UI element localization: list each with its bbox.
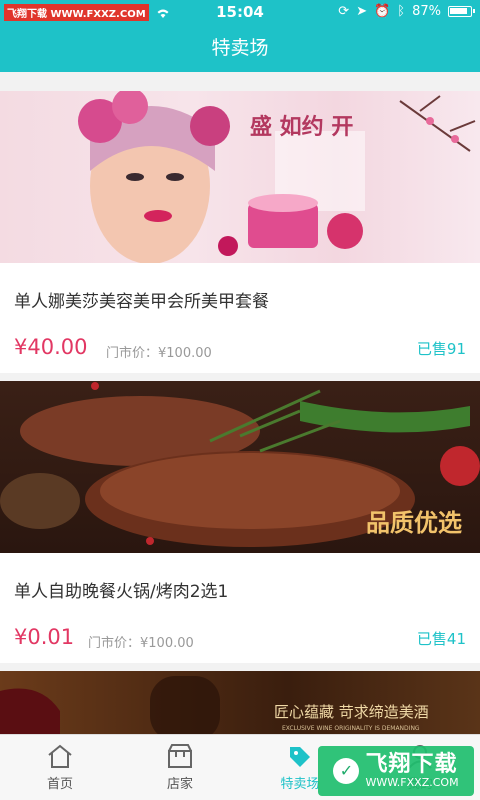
page-title: 特卖场 [211,37,269,59]
deal-banner-image[interactable]: 品质优选 [0,381,480,553]
deal-price: ¥0.01 [14,625,75,649]
cosmetics-illustration [78,91,476,263]
tab-store[interactable]: 店家 [120,735,240,800]
battery-percent: 87% [412,4,441,19]
tag-icon [290,747,310,767]
deal-price-row: ¥0.01 门市价：¥100.00 已售41 [0,613,480,663]
deal-card[interactable]: 匠心蕴藏 苛求缔造美酒 EXCLUSIVE WINE ORIGINALITY I… [0,671,480,734]
deal-title[interactable]: 单人娜美莎美容美甲会所美甲套餐 [0,263,480,323]
home-icon [48,744,72,768]
banner-subcaption: EXCLUSIVE WINE ORIGINALITY IS DEMANDING [282,725,420,732]
sold-count: 已售41 [416,630,466,648]
sold-count: 已售91 [416,340,466,358]
tab-label: 首页 [46,777,73,792]
location-icon: ➤ [356,4,368,19]
rotation-lock-icon: ⟳ [338,4,350,19]
download-site-watermark: ✓ 飞翔下载 WWW.FXXZ.COM [318,746,474,796]
tab-label: 店家 [166,777,193,792]
tab-label: 特卖场 [280,777,320,792]
nav-bar: 特卖场 [0,24,480,72]
watermark-main: 飞翔下载 [365,751,458,777]
deal-price: ¥40.00 [14,335,88,359]
deal-price-row: ¥40.00 门市价：¥100.00 已售91 [0,323,480,373]
deal-banner-image[interactable]: 盛 如约 开 [0,91,480,263]
watermark-text: 飞翔下载 WWW.FXXZ.COM [365,751,459,790]
market-price: 门市价：¥100.00 [106,346,212,361]
banner-caption: 品质优选 [366,508,462,537]
deal-title[interactable]: 单人自助晚餐火锅/烤肉2选1 [0,553,480,613]
watermark-logo-icon: ✓ [333,758,360,784]
market-price: 门市价：¥100.00 [88,636,194,651]
status-bar: 飞翔下载 WWW.FXXZ.COM 15:04 ⟳ ➤ ⏰ ᛒ 87% [0,0,480,24]
tab-home[interactable]: 首页 [0,735,120,800]
deal-card[interactable]: 盛 如约 开 单人娜美莎美容美甲会所美甲套餐 ¥40.00 门市价：¥100.0… [0,91,480,373]
status-right: ⟳ ➤ ⏰ ᛒ 87% [338,4,475,19]
store-icon [168,744,192,768]
banner-caption: 匠心蕴藏 苛求缔造美酒 [274,703,429,721]
watermark-sub: WWW.FXXZ.COM [365,776,459,790]
deal-card[interactable]: 品质优选 单人自助晚餐火锅/烤肉2选1 ¥0.01 门市价：¥100.00 已售… [0,381,480,663]
deal-feed[interactable]: 盛 如约 开 单人娜美莎美容美甲会所美甲套餐 ¥40.00 门市价：¥100.0… [0,72,480,734]
alarm-icon: ⏰ [374,4,391,19]
banner-caption: 盛 如约 开 [250,114,354,140]
battery-icon [448,6,475,17]
bluetooth-icon: ᛒ [397,4,406,19]
deal-banner-image[interactable]: 匠心蕴藏 苛求缔造美酒 EXCLUSIVE WINE ORIGINALITY I… [0,671,480,734]
